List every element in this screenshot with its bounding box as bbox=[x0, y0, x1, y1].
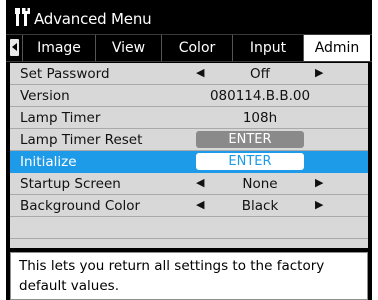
tab-image[interactable]: Image bbox=[22, 35, 95, 61]
right-arrow-icon[interactable]: ▶ bbox=[315, 176, 323, 189]
left-arrow-icon[interactable]: ◀ bbox=[196, 198, 204, 211]
enter-button[interactable]: ENTER bbox=[196, 153, 304, 170]
setting-label: Lamp Timer Reset bbox=[20, 132, 143, 148]
projector-menu-window: Advanced Menu Image View Color Input Adm… bbox=[6, 0, 372, 300]
setting-value: Black bbox=[241, 198, 279, 214]
tab-admin[interactable]: Admin bbox=[303, 35, 370, 61]
setting-label: Set Password bbox=[20, 66, 110, 82]
setting-label: Startup Screen bbox=[20, 176, 121, 192]
left-arrow-icon[interactable]: ◀ bbox=[196, 176, 204, 189]
row-version: Version 080114.B.B.00 bbox=[10, 85, 368, 107]
tab-color[interactable]: Color bbox=[161, 35, 232, 61]
right-arrow-icon[interactable]: ▶ bbox=[315, 66, 323, 79]
row-empty bbox=[10, 217, 368, 239]
setting-label: Background Color bbox=[20, 198, 141, 214]
setting-label: Initialize bbox=[20, 154, 77, 170]
setting-value: None bbox=[242, 176, 278, 192]
tab-input[interactable]: Input bbox=[232, 35, 303, 61]
row-set-password[interactable]: Set Password ◀ Off ▶ bbox=[10, 63, 368, 85]
tab-left-arrow-icon[interactable] bbox=[10, 39, 19, 56]
row-initialize[interactable]: Initialize ENTER bbox=[10, 151, 368, 173]
tab-view[interactable]: View bbox=[95, 35, 161, 61]
row-startup-screen[interactable]: Startup Screen ◀ None ▶ bbox=[10, 173, 368, 195]
settings-list: Set Password ◀ Off ▶ Version 080114.B.B.… bbox=[10, 63, 368, 248]
setting-value: 108h bbox=[242, 110, 278, 126]
setting-value: 080114.B.B.00 bbox=[209, 88, 311, 104]
help-text: This lets you return all settings to the… bbox=[10, 252, 368, 300]
setting-label: Version bbox=[20, 88, 70, 104]
row-lamp-timer-reset[interactable]: Lamp Timer Reset ENTER bbox=[10, 129, 368, 151]
setting-value: Off bbox=[250, 66, 270, 82]
menu-title: Advanced Menu bbox=[34, 10, 152, 28]
setting-label: Lamp Timer bbox=[20, 110, 101, 126]
tools-icon bbox=[15, 8, 30, 26]
enter-button[interactable]: ENTER bbox=[196, 131, 304, 148]
tab-bar: Image View Color Input Admin bbox=[6, 34, 372, 62]
row-background-color[interactable]: Background Color ◀ Black ▶ bbox=[10, 195, 368, 217]
row-lamp-timer: Lamp Timer 108h bbox=[10, 107, 368, 129]
left-arrow-icon[interactable]: ◀ bbox=[196, 66, 204, 79]
title-bar: Advanced Menu bbox=[6, 0, 372, 34]
right-arrow-icon[interactable]: ▶ bbox=[315, 198, 323, 211]
